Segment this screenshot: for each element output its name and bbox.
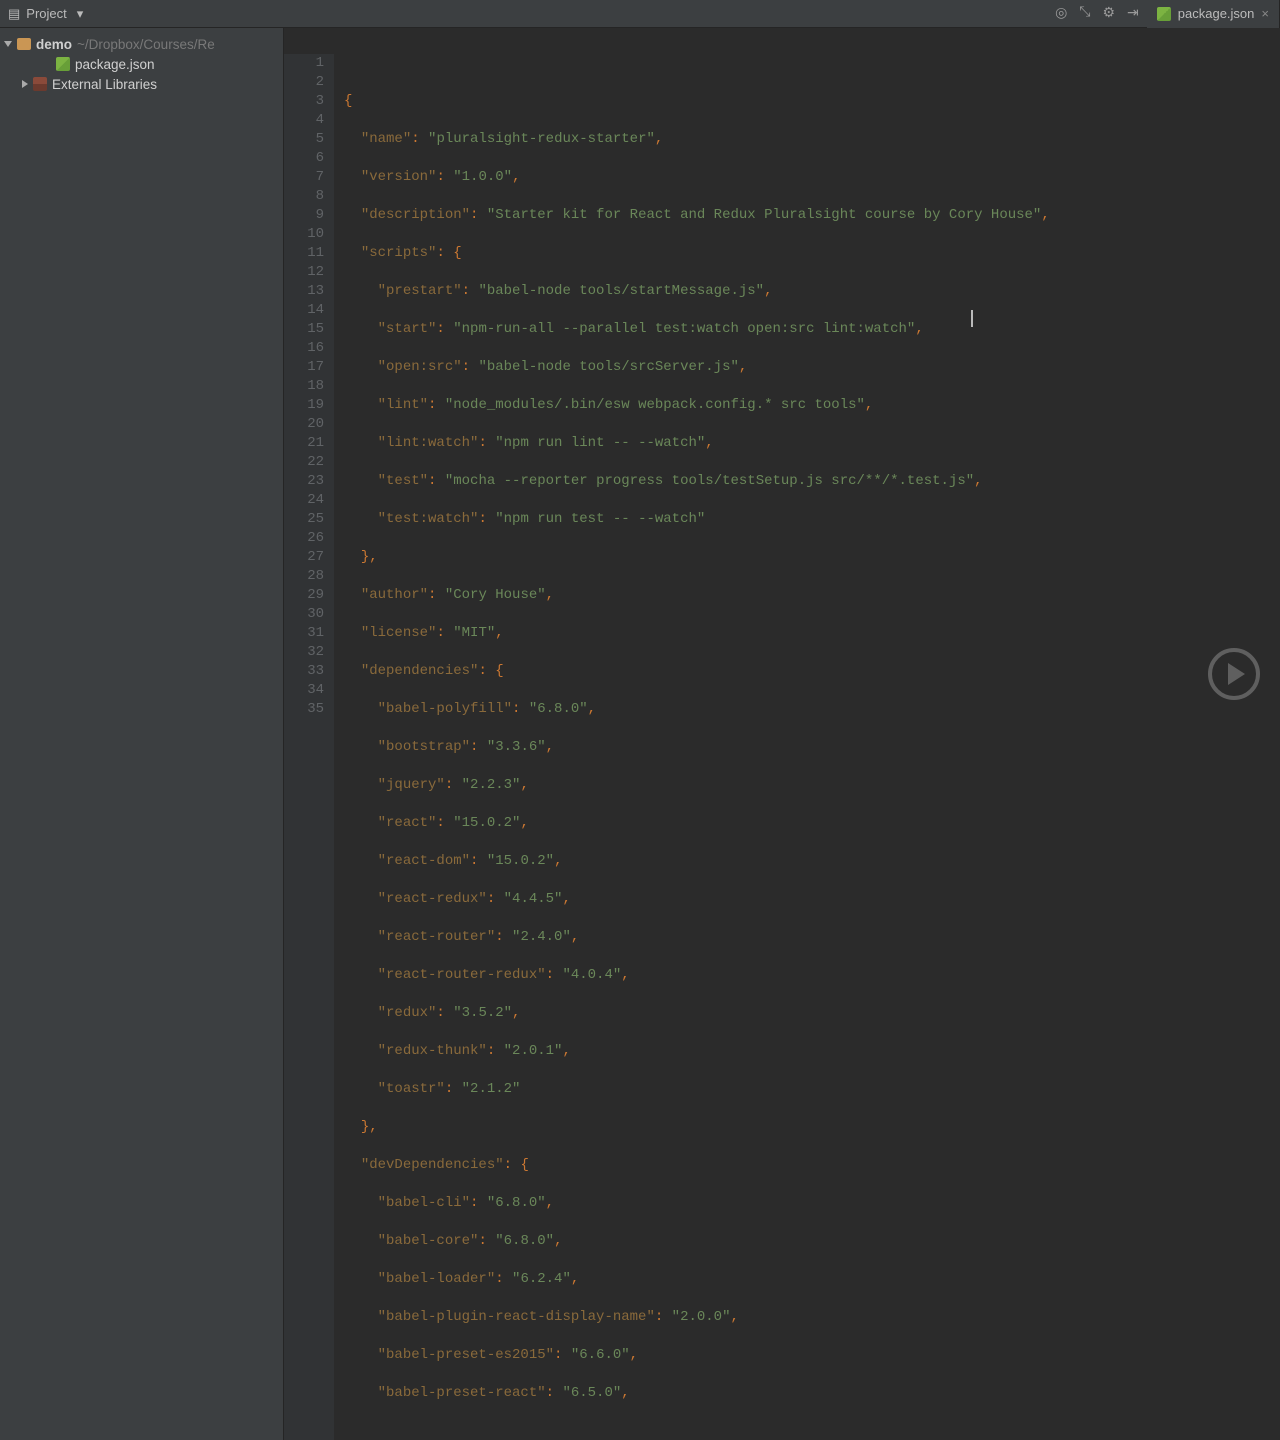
hide-tool-window-icon[interactable]: ⇥	[1127, 5, 1139, 22]
folder-icon	[17, 38, 31, 50]
tree-external-libraries-label: External Libraries	[52, 77, 157, 92]
tree-file-name: package.json	[75, 57, 155, 72]
close-tab-icon[interactable]: ×	[1261, 6, 1269, 21]
line-gutter: 1 2 3 4 5 6 7 8 9 10 11 12 13 14 15 16 1…	[284, 54, 334, 1440]
project-toolbar-icons: ◎ ⤡ ⚙ ⇥	[1055, 5, 1147, 22]
tab-package-json[interactable]: package.json ×	[1147, 0, 1280, 28]
play-overlay-icon[interactable]	[1208, 648, 1260, 700]
code-area[interactable]: { "name": "pluralsight-redux-starter", "…	[334, 54, 1280, 1440]
expand-triangle-icon[interactable]	[4, 41, 12, 47]
tree-root-path: ~/Dropbox/Courses/Re	[77, 37, 215, 52]
tree-file-package-json[interactable]: package.json	[0, 54, 283, 74]
project-dropdown-caret-icon: ▾	[77, 6, 84, 22]
collapse-all-icon[interactable]: ⤡	[1079, 5, 1090, 22]
project-label-text: Project	[26, 6, 66, 21]
text-cursor	[971, 310, 973, 327]
project-toolwindow-button[interactable]: ▤ Project ▾	[0, 6, 83, 22]
main-split: demo ~/Dropbox/Courses/Re package.json E…	[0, 28, 1280, 1440]
ide-window: ▤ Project ▾ ◎ ⤡ ⚙ ⇥ package.json × demo …	[0, 0, 1280, 720]
tree-root-name: demo	[36, 37, 72, 52]
top-toolbar: ▤ Project ▾ ◎ ⤡ ⚙ ⇥ package.json ×	[0, 0, 1280, 28]
editor-tabs: package.json ×	[1147, 0, 1280, 28]
json-file-icon	[56, 57, 70, 71]
library-icon	[33, 77, 47, 91]
code-editor[interactable]: 1 2 3 4 5 6 7 8 9 10 11 12 13 14 15 16 1…	[284, 28, 1280, 1440]
project-tree[interactable]: demo ~/Dropbox/Courses/Re package.json E…	[0, 28, 284, 1440]
gear-icon[interactable]: ⚙	[1102, 5, 1115, 22]
locate-icon[interactable]: ◎	[1055, 5, 1067, 22]
tab-filename: package.json	[1178, 6, 1255, 21]
expand-triangle-icon[interactable]	[22, 80, 28, 88]
tree-external-libraries[interactable]: External Libraries	[0, 74, 283, 94]
project-icon: ▤	[8, 6, 20, 22]
json-file-icon	[1157, 7, 1171, 21]
tree-root[interactable]: demo ~/Dropbox/Courses/Re	[0, 34, 283, 54]
